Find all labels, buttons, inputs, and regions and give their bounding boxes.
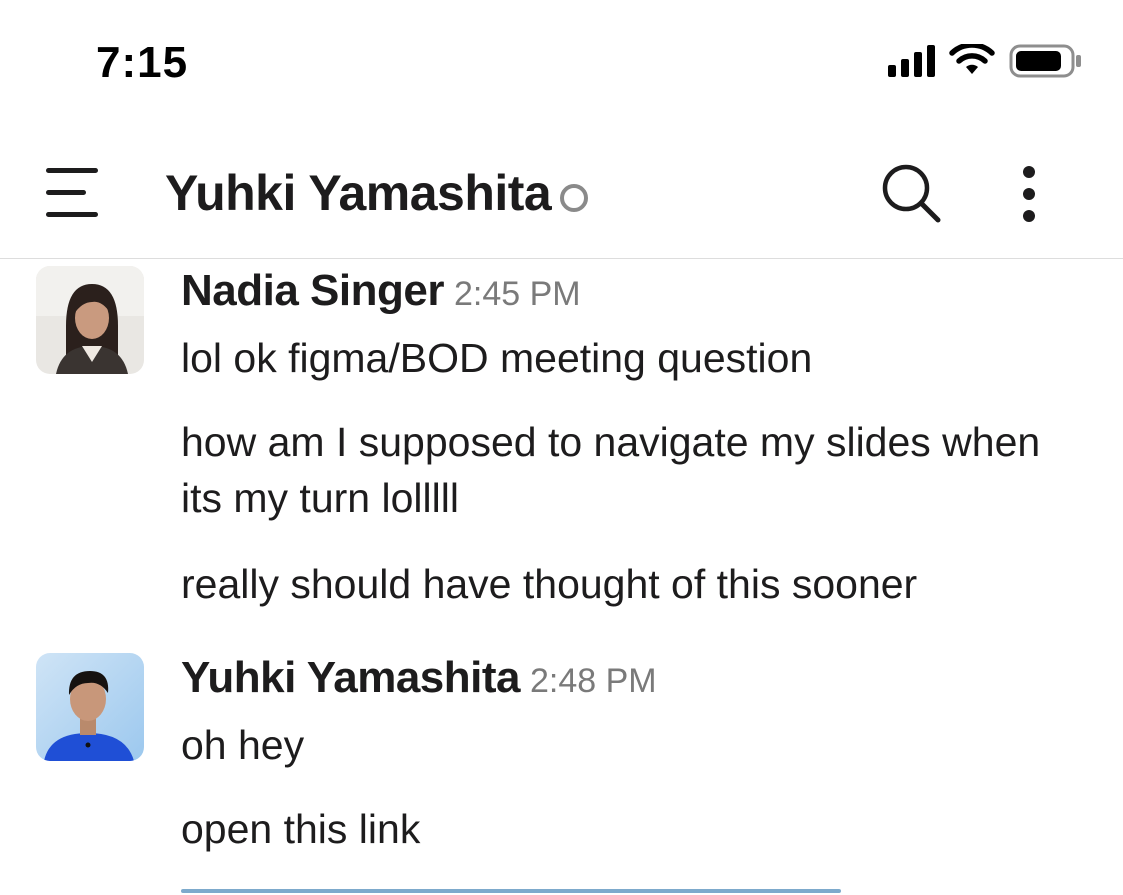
message-timestamp: 2:45 PM (453, 275, 581, 313)
sender-name[interactable]: Nadia Singer (181, 266, 444, 315)
avatar[interactable] (36, 653, 144, 761)
message-timestamp: 2:48 PM (529, 662, 657, 700)
message-text: how am I supposed to navigate my slides … (181, 419, 1041, 521)
avatar[interactable] (36, 266, 144, 374)
presence-status-icon (560, 184, 588, 212)
message-header: Nadia Singer 2:45 PM (181, 266, 581, 316)
yuhki-avatar-image (36, 653, 144, 761)
more-options-icon[interactable] (1018, 166, 1040, 222)
status-bar: 7:15 (0, 0, 1123, 120)
message-link-partial[interactable] (181, 885, 841, 895)
conversation-title[interactable]: Yuhki Yamashita (165, 164, 552, 222)
message-text: oh hey (181, 722, 305, 768)
sender-name[interactable]: Yuhki Yamashita (181, 653, 520, 702)
conversation-header: Yuhki Yamashita (0, 130, 1123, 259)
status-time: 7:15 (96, 38, 189, 87)
menu-icon[interactable] (46, 168, 102, 222)
message-list: Nadia Singer 2:45 PM lol ok figma/BOD mee… (0, 260, 1123, 895)
battery-icon (1009, 44, 1081, 78)
nadia-avatar-image (36, 266, 144, 374)
message-text: open this link (181, 806, 421, 852)
wifi-icon (949, 44, 995, 74)
message-text: lol ok figma/BOD meeting question (181, 335, 813, 381)
message-text: really should have thought of this soone… (181, 561, 918, 607)
status-icons (888, 44, 1083, 78)
search-icon[interactable] (880, 162, 942, 224)
message-header: Yuhki Yamashita 2:48 PM (181, 653, 657, 703)
cellular-signal-icon (888, 45, 935, 77)
